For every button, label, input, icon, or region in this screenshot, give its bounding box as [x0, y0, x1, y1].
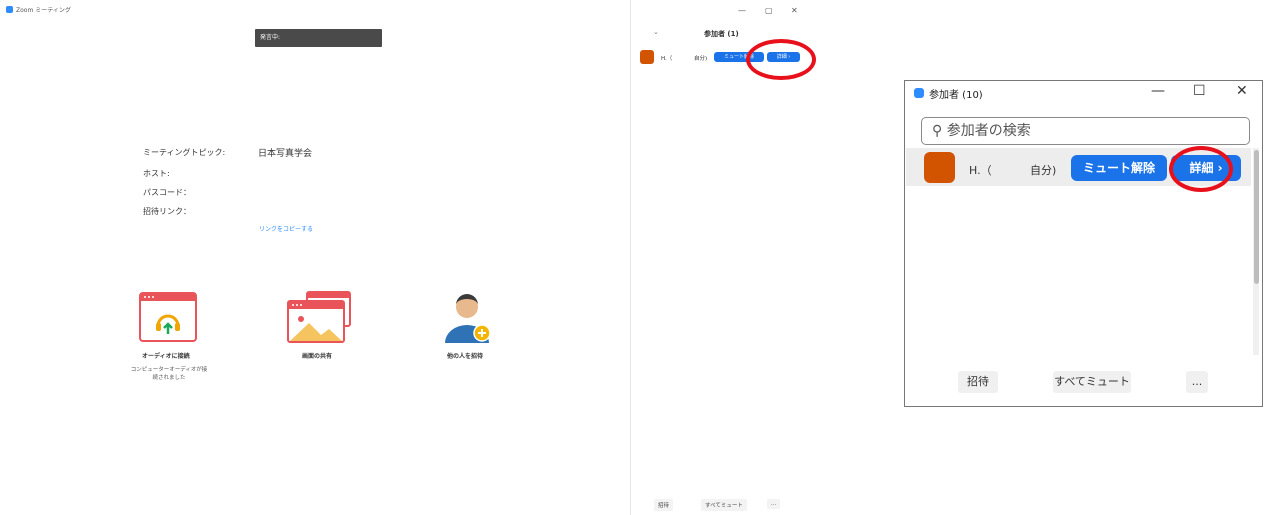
app-title: Zoom ミーティング [6, 5, 71, 14]
share-screen-button[interactable] [287, 291, 351, 343]
zoom-logo-icon [6, 6, 13, 13]
highlight-circle-large [1169, 146, 1233, 192]
host-label: ホスト: [143, 169, 170, 178]
invite-others-label: 他の人を招待 [447, 353, 484, 360]
close-button[interactable]: ✕ [791, 6, 798, 15]
invite-button[interactable]: 招待 [654, 499, 674, 511]
zoom-mute-all-button[interactable]: すべてミュート [1053, 371, 1131, 393]
search-icon: ⚲ [932, 123, 943, 139]
talking-indicator: 発言中: [255, 29, 382, 47]
zoom-logo-icon [914, 88, 924, 98]
participant-avatar [640, 50, 654, 64]
participant-search-input[interactable]: ⚲ 参加者の検索 [921, 117, 1250, 145]
share-screen-label: 画面の共有 [302, 353, 333, 360]
topic-label: ミーティングトピック: [143, 148, 226, 157]
zoom-panel-title: 参加者 (10) [929, 90, 983, 101]
participant-name-large: H.（ [969, 164, 992, 177]
audio-status: コンピューターオーディオが接 続されました [128, 366, 210, 382]
invite-link-label: 招待リンク： [143, 207, 191, 216]
participant-self: 自分) [694, 56, 708, 62]
topic-value: 日本写真学会 [258, 149, 313, 159]
zoom-invite-button[interactable]: 招待 [958, 371, 998, 393]
copy-link[interactable]: リンクをコピーする [259, 224, 313, 233]
unmute-button-large[interactable]: ミュート解除 [1071, 155, 1167, 181]
search-placeholder: 参加者の検索 [946, 123, 1031, 139]
connect-audio-button[interactable] [139, 292, 197, 342]
participant-avatar-large [924, 152, 955, 183]
zoom-more-button[interactable]: ... [1186, 371, 1208, 393]
headphone-icon [139, 292, 197, 342]
app-title-text: Zoom ミーティング [16, 7, 71, 14]
scrollbar-thumb[interactable] [1254, 150, 1259, 284]
connect-audio-label: オーディオに接続 [142, 353, 190, 360]
highlight-circle [746, 39, 816, 80]
participants-title: 参加者 (1) [704, 30, 739, 38]
mute-all-button[interactable]: すべてミュート [701, 499, 747, 511]
more-button[interactable]: ... [767, 499, 781, 509]
zoom-panel-maximize-button[interactable]: ☐ [1193, 83, 1206, 99]
participant-name: H.（ [661, 56, 673, 62]
invite-person-icon [445, 294, 491, 343]
audio-status-line2: 続されました [152, 375, 186, 381]
panel-divider [630, 0, 631, 515]
audio-status-line1: コンピューターオーディオが接 [130, 367, 208, 373]
invite-others-button[interactable] [442, 289, 492, 344]
zoom-panel-minimize-button[interactable]: — [1151, 83, 1165, 99]
collapse-chevron-icon[interactable]: ⌄ [653, 28, 659, 36]
screen-share-icon [287, 291, 351, 343]
restore-button[interactable]: ▢ [765, 6, 773, 15]
participant-self-large: 自分) [1030, 164, 1057, 177]
zoom-panel-close-button[interactable]: ✕ [1236, 83, 1248, 99]
passcode-label: パスコード： [143, 188, 191, 197]
minimize-button[interactable]: — [738, 6, 746, 15]
